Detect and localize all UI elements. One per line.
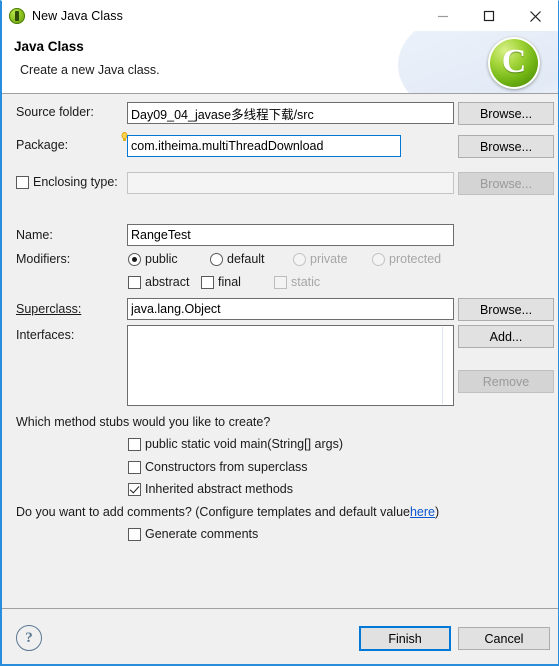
package-input[interactable] xyxy=(127,135,401,157)
comments-question-before: Do you want to add comments? (Configure … xyxy=(16,505,410,519)
checkbox-constructors-label: Constructors from superclass xyxy=(145,460,308,474)
radio-private-indicator xyxy=(293,252,306,266)
finish-button[interactable]: Finish xyxy=(359,626,451,651)
interfaces-scrollbar[interactable] xyxy=(442,327,443,404)
interfaces-label: Interfaces: xyxy=(16,328,75,342)
checkbox-abstract-label: abstract xyxy=(145,275,190,289)
method-stubs-question: Which method stubs would you like to cre… xyxy=(16,415,271,429)
generate-comments-checkbox-row[interactable]: Generate comments xyxy=(128,527,258,541)
package-browse-button[interactable]: Browse... xyxy=(458,135,554,158)
maximize-icon[interactable] xyxy=(466,1,512,31)
radio-default-label: default xyxy=(227,252,265,266)
radio-default-indicator[interactable] xyxy=(210,252,223,266)
package-label: Package: xyxy=(16,138,69,152)
modifier-checkbox-static: static xyxy=(274,275,320,289)
checkbox-main-label: public static void main(String[] args) xyxy=(145,437,343,451)
interfaces-label-wrap: Interfaces: xyxy=(16,328,74,342)
help-icon[interactable]: ? xyxy=(16,625,42,651)
stub-checkbox-main[interactable]: public static void main(String[] args) xyxy=(128,437,343,451)
checkbox-final-label: final xyxy=(218,275,241,289)
superclass-label-wrap: Superclass: xyxy=(16,302,81,316)
comments-question-after: ) xyxy=(435,505,440,519)
page-subtitle: Create a new Java class. xyxy=(20,63,160,77)
java-class-icon xyxy=(9,8,25,24)
checkbox-final-indicator[interactable] xyxy=(201,275,214,289)
dialog-header: Java Class Create a new Java class. C xyxy=(2,31,558,94)
title-bar: New Java Class xyxy=(2,1,558,31)
enclosing-type-input xyxy=(127,172,454,194)
modifier-radio-public[interactable]: public xyxy=(128,252,178,266)
source-folder-label: Source folder: xyxy=(16,105,94,119)
name-label: Name: xyxy=(16,228,53,242)
minimize-icon[interactable] xyxy=(420,1,466,31)
enclosing-type-label: Enclosing type: xyxy=(33,175,118,189)
radio-protected-indicator xyxy=(372,252,385,266)
superclass-input[interactable] xyxy=(127,298,454,320)
name-label-wrap: Name: xyxy=(16,228,53,242)
source-folder-label-wrap: Source folder: xyxy=(16,105,94,119)
name-input[interactable] xyxy=(127,224,454,246)
cancel-button[interactable]: Cancel xyxy=(458,627,550,650)
radio-public-indicator[interactable] xyxy=(128,252,141,266)
comments-question-wrap: Do you want to add comments? (Configure … xyxy=(16,505,439,519)
checkbox-inherited-label: Inherited abstract methods xyxy=(145,482,293,496)
radio-public-label: public xyxy=(145,252,178,266)
radio-private-label: private xyxy=(310,252,348,266)
source-folder-browse-button[interactable]: Browse... xyxy=(458,102,554,125)
configure-templates-link[interactable]: here xyxy=(410,505,435,519)
checkbox-constructors-indicator[interactable] xyxy=(128,460,141,474)
radio-protected-label: protected xyxy=(389,252,442,266)
checkbox-generate-comments-indicator[interactable] xyxy=(128,527,141,541)
method-stubs-question-wrap: Which method stubs would you like to cre… xyxy=(16,415,270,429)
modifier-radio-default[interactable]: default xyxy=(210,252,265,266)
dialog-footer: ? Finish Cancel xyxy=(2,608,558,664)
modifier-checkbox-final[interactable]: final xyxy=(201,275,241,289)
superclass-label: Superclass: xyxy=(16,302,82,316)
checkbox-generate-comments-label: Generate comments xyxy=(145,527,259,541)
window-title: New Java Class xyxy=(32,9,124,23)
page-title: Java Class xyxy=(14,39,84,54)
modifier-radio-private: private xyxy=(293,252,348,266)
checkbox-abstract-indicator[interactable] xyxy=(128,275,141,289)
checkbox-main-indicator[interactable] xyxy=(128,437,141,451)
checkbox-static-indicator xyxy=(274,275,287,289)
new-java-class-dialog: New Java Class Java Class Create a new J… xyxy=(0,0,559,666)
enclosing-type-browse-button: Browse... xyxy=(458,172,554,195)
interfaces-list[interactable] xyxy=(127,325,454,406)
superclass-browse-button[interactable]: Browse... xyxy=(458,298,554,321)
checkbox-static-label: static xyxy=(291,275,321,289)
package-label-wrap: Package: xyxy=(16,138,68,152)
window-controls xyxy=(420,1,558,31)
dialog-body: Source folder: Browse... Package: Browse… xyxy=(2,94,558,608)
eclipse-class-logo: C xyxy=(488,37,540,89)
close-icon[interactable] xyxy=(512,1,558,31)
enclosing-type-checkbox-row[interactable]: Enclosing type: xyxy=(16,175,118,189)
modifier-radio-protected: protected xyxy=(372,252,441,266)
modifiers-label: Modifiers: xyxy=(16,252,71,266)
stub-checkbox-constructors[interactable]: Constructors from superclass xyxy=(128,460,308,474)
enclosing-type-checkbox[interactable] xyxy=(16,175,29,189)
source-folder-input[interactable] xyxy=(127,102,454,124)
interfaces-remove-button: Remove xyxy=(458,370,554,393)
checkbox-inherited-indicator[interactable] xyxy=(128,482,141,496)
interfaces-add-button[interactable]: Add... xyxy=(458,325,554,348)
stub-checkbox-inherited[interactable]: Inherited abstract methods xyxy=(128,482,293,496)
modifier-checkbox-abstract[interactable]: abstract xyxy=(128,275,189,289)
logo-letter: C xyxy=(501,43,527,80)
modifiers-label-wrap: Modifiers: xyxy=(16,252,70,266)
